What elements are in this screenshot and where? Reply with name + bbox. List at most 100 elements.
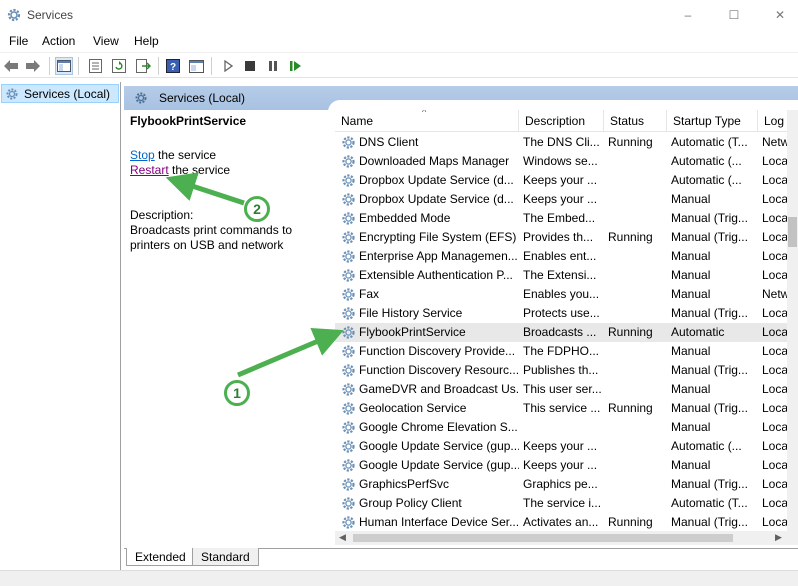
annotation-badge-1: 1 <box>224 380 250 406</box>
table-row[interactable]: File History Service Protects use... Manua… <box>335 304 798 323</box>
resume-icon[interactable] <box>287 57 305 75</box>
column-log-on-as-label: Log <box>764 114 785 128</box>
cell-description: Protects use... <box>523 306 600 320</box>
gear-icon <box>342 174 355 187</box>
toolbar-separator <box>211 57 212 75</box>
svg-text:?: ? <box>170 62 176 73</box>
cell-startup-type: Manual (Trig... <box>671 211 748 225</box>
gear-icon <box>342 478 355 491</box>
menu-view[interactable]: View <box>93 34 119 48</box>
table-row[interactable]: Group Policy Client The service i... Autom… <box>335 494 798 513</box>
column-name-label: Name <box>341 114 374 128</box>
cell-description: This service ... <box>523 401 601 415</box>
menu-action[interactable]: Action <box>42 34 75 48</box>
table-row[interactable]: Downloaded Maps Manager Windows se... Auto… <box>335 152 798 171</box>
help-icon[interactable]: ? <box>164 57 182 75</box>
horizontal-scroll-thumb[interactable] <box>353 534 733 542</box>
cell-name: Fax <box>359 287 380 301</box>
back-arrow-icon[interactable] <box>2 57 20 75</box>
table-row[interactable]: Embedded Mode The Embed... Manual (Trig...… <box>335 209 798 228</box>
table-row[interactable]: Enterprise App Managemen... Enables ent..… <box>335 247 798 266</box>
forward-arrow-icon[interactable] <box>24 57 42 75</box>
stop-service-link[interactable]: Stop <box>130 148 155 162</box>
cell-startup-type: Manual (Trig... <box>671 363 748 377</box>
stop-icon[interactable] <box>241 57 259 75</box>
table-row[interactable]: Function Discovery Provide... The FDPHO..… <box>335 342 798 361</box>
table-row[interactable]: Human Interface Device Ser... Activates a… <box>335 513 798 532</box>
cell-startup-type: Manual <box>671 268 711 282</box>
show-tree-icon[interactable] <box>55 57 73 75</box>
close-icon: ✕ <box>774 8 786 22</box>
gear-icon <box>342 326 355 339</box>
gear-icon <box>342 440 355 453</box>
cell-name: Function Discovery Resourc... <box>359 363 519 377</box>
table-row[interactable]: GameDVR and Broadcast Us... This user ser… <box>335 380 798 399</box>
close-button[interactable]: ✕ <box>757 0 798 30</box>
export-list-icon[interactable] <box>134 57 152 75</box>
gear-icon <box>342 497 355 510</box>
scroll-left-icon[interactable]: ◀ <box>339 532 346 543</box>
table-row[interactable]: Function Discovery Resourc... Publishes t… <box>335 361 798 380</box>
table-row[interactable]: DNS Client The DNS Cli... Running Automatic… <box>335 133 798 152</box>
cell-description: Graphics pe... <box>523 477 598 491</box>
restart-service-link[interactable]: Restart <box>130 163 169 177</box>
table-row[interactable]: Encrypting File System (EFS) Provides th.… <box>335 228 798 247</box>
cell-status: Running <box>608 401 653 415</box>
table-row[interactable]: Fax Enables you... Manual Netw <box>335 285 798 304</box>
tab-standard[interactable]: Standard <box>192 548 259 566</box>
menu-file[interactable]: File <box>9 34 28 48</box>
table-row[interactable]: Google Chrome Elevation S... Manual Loca <box>335 418 798 437</box>
table-row[interactable]: Geolocation Service This service ... Runni… <box>335 399 798 418</box>
column-status-label: Status <box>610 114 645 128</box>
console-icon[interactable] <box>187 57 205 75</box>
console-tree: Services (Local) <box>0 82 121 586</box>
gear-icon <box>7 8 21 22</box>
column-startup-type[interactable]: Startup Type <box>667 110 758 132</box>
menu-help[interactable]: Help <box>134 34 159 48</box>
window-title: Services <box>27 8 74 22</box>
refresh-icon[interactable] <box>110 57 128 75</box>
vertical-scroll-thumb[interactable] <box>788 217 797 247</box>
properties-icon[interactable] <box>86 57 104 75</box>
gear-icon <box>135 92 147 104</box>
table-row[interactable]: GraphicsPerfSvc Graphics pe... Manual (Tri… <box>335 475 798 494</box>
maximize-button[interactable]: ☐ <box>711 0 757 30</box>
cell-status: Running <box>608 325 653 339</box>
minimize-button[interactable]: – <box>665 0 711 30</box>
table-row[interactable]: FlybookPrintService Broadcasts ... Running… <box>335 323 798 342</box>
gear-icon <box>342 364 355 377</box>
cell-startup-type: Automatic (T... <box>671 135 748 149</box>
table-row[interactable]: Google Update Service (gup... Keeps your … <box>335 456 798 475</box>
play-icon[interactable] <box>219 57 237 75</box>
cell-description: Enables you... <box>523 287 600 301</box>
gear-icon <box>342 212 355 225</box>
tree-item-services-local[interactable]: Services (Local) <box>1 84 119 103</box>
tab-extended[interactable]: Extended <box>126 548 195 566</box>
toolbar-separator <box>158 57 159 75</box>
cell-status: Running <box>608 230 653 244</box>
gear-icon <box>342 288 355 301</box>
pause-icon[interactable] <box>264 57 282 75</box>
cell-startup-type: Automatic (... <box>671 173 742 187</box>
column-description[interactable]: Description <box>519 110 604 132</box>
scroll-right-icon[interactable]: ▶ <box>775 532 782 543</box>
cell-name: FlybookPrintService <box>359 325 466 339</box>
gear-icon <box>342 421 355 434</box>
column-name[interactable]: Name ^ <box>335 110 519 132</box>
cell-description: Broadcasts ... <box>523 325 597 339</box>
cell-description: The Extensi... <box>523 268 597 282</box>
content-pane: Services (Local) FlybookPrintService Sto… <box>124 82 798 586</box>
vertical-scrollbar[interactable] <box>787 110 798 545</box>
horizontal-scrollbar[interactable]: ◀ ▶ <box>335 531 787 545</box>
table-row[interactable]: Extensible Authentication P... The Extens… <box>335 266 798 285</box>
cell-startup-type: Manual <box>671 458 711 472</box>
table-row[interactable]: Google Update Service (gup... Keeps your … <box>335 437 798 456</box>
table-row[interactable]: Dropbox Update Service (d... Keeps your .… <box>335 190 798 209</box>
cell-name: GraphicsPerfSvc <box>359 477 450 491</box>
column-startup-type-label: Startup Type <box>673 114 741 128</box>
column-status[interactable]: Status <box>604 110 667 132</box>
table-row[interactable]: Dropbox Update Service (d... Keeps your .… <box>335 171 798 190</box>
service-rows: DNS Client The DNS Cli... Running Automatic… <box>335 133 798 532</box>
status-bar <box>0 570 798 586</box>
cell-name: Google Update Service (gup... <box>359 439 519 453</box>
